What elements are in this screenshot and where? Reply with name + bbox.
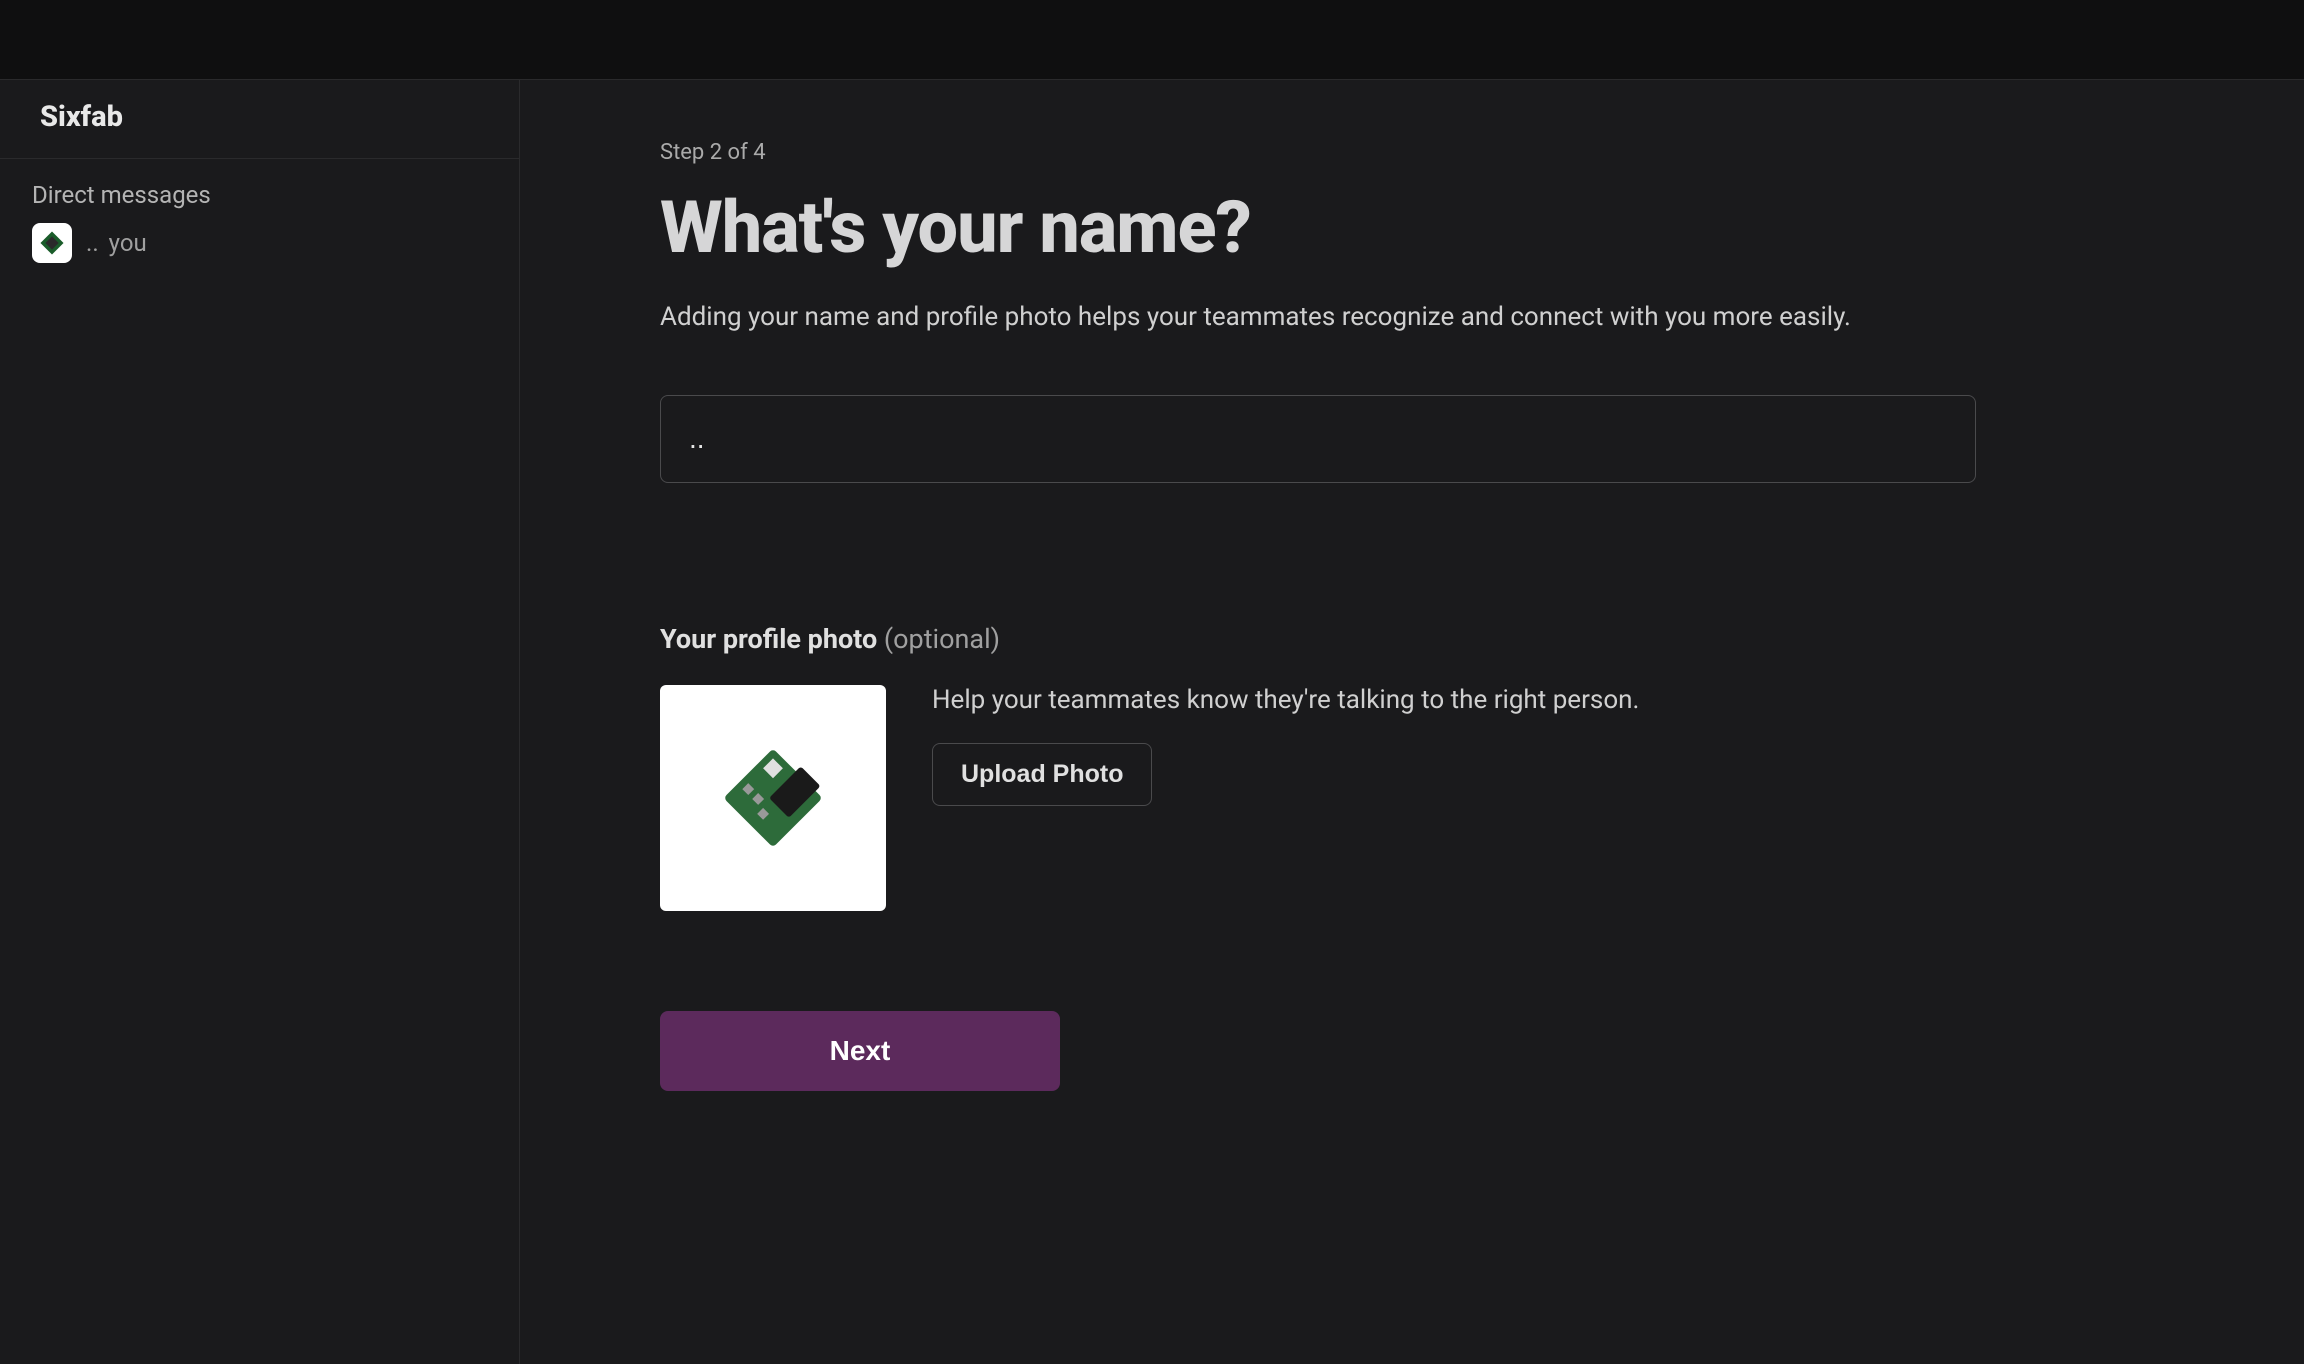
- dm-item-you[interactable]: .. you: [32, 209, 487, 263]
- workspace-header[interactable]: Sixfab: [0, 80, 519, 159]
- sidebar: Sixfab Direct messages .. you: [0, 80, 520, 1364]
- step-indicator: Step 2 of 4: [660, 140, 2164, 165]
- content-area: Step 2 of 4 What's your name? Adding you…: [520, 80, 2304, 1364]
- profile-photo-preview[interactable]: [660, 685, 886, 911]
- hardware-board-icon: [703, 728, 843, 868]
- profile-photo-section: Your profile photo (optional): [660, 623, 2164, 911]
- hardware-board-icon: [38, 229, 66, 257]
- next-button[interactable]: Next: [660, 1011, 1060, 1091]
- workspace-name: Sixfab: [40, 100, 479, 134]
- page-subtext: Adding your name and profile photo helps…: [660, 298, 1940, 337]
- profile-photo-label: Your profile photo: [660, 623, 877, 655]
- dm-name-label: you: [109, 229, 147, 257]
- page-title: What's your name?: [660, 185, 2164, 270]
- avatar: [32, 223, 72, 263]
- top-bar: [0, 0, 2304, 80]
- profile-photo-help-text: Help your teammates know they're talking…: [932, 685, 1639, 715]
- dm-name-prefix: ..: [86, 229, 99, 257]
- direct-messages-section: Direct messages .. you: [0, 159, 519, 263]
- name-input[interactable]: [660, 395, 1976, 483]
- direct-messages-title: Direct messages: [32, 181, 487, 209]
- profile-photo-optional-label: (optional): [877, 623, 1000, 655]
- profile-photo-header: Your profile photo (optional): [660, 623, 2164, 655]
- upload-photo-button[interactable]: Upload Photo: [932, 743, 1152, 806]
